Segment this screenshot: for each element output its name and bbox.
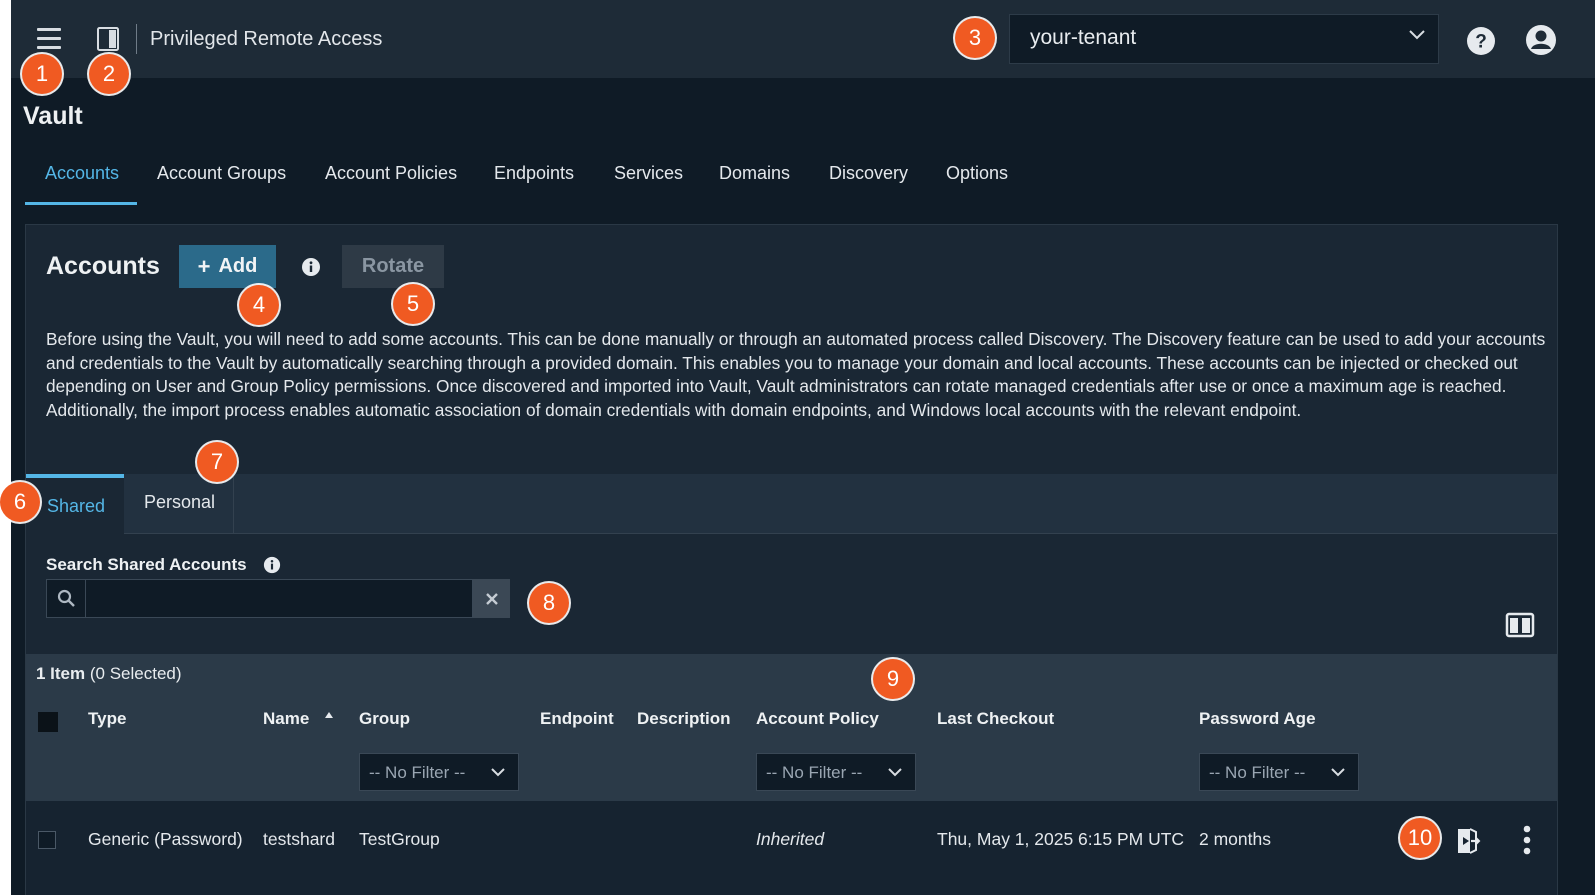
help-icon[interactable]: ? <box>1466 26 1496 56</box>
tab-divider <box>233 477 234 534</box>
rotate-button[interactable]: Rotate <box>342 245 444 288</box>
tab-discovery[interactable]: Discovery <box>829 163 908 184</box>
title-divider <box>136 24 137 54</box>
app-window: Privileged Remote Access your-tenant ? V… <box>11 0 1595 895</box>
hamburger-menu-icon[interactable] <box>37 28 61 50</box>
column-endpoint[interactable]: Endpoint <box>540 709 614 729</box>
add-account-button[interactable]: + Add <box>179 245 276 288</box>
callout-badge-1: 1 <box>22 54 62 94</box>
cell-account-policy: Inherited <box>756 829 825 849</box>
password-age-filter-select[interactable]: -- No Filter -- <box>1199 753 1359 791</box>
group-filter-value: -- No Filter -- <box>369 763 466 782</box>
account-policy-filter-select[interactable]: -- No Filter -- <box>756 753 916 791</box>
group-filter-select[interactable]: -- No Filter -- <box>359 753 519 791</box>
tab-endpoints[interactable]: Endpoints <box>494 163 574 184</box>
account-type-tabs <box>26 474 1557 534</box>
chevron-down-icon <box>888 768 902 777</box>
password-age-filter-value: -- No Filter -- <box>1209 763 1306 782</box>
columns-icon[interactable] <box>1505 612 1535 638</box>
search-input[interactable] <box>87 580 472 617</box>
column-type[interactable]: Type <box>88 709 126 729</box>
app-title: Privileged Remote Access <box>150 28 383 50</box>
column-last-checkout[interactable]: Last Checkout <box>937 709 1054 729</box>
tab-services[interactable]: Services <box>614 163 683 184</box>
chevron-down-icon <box>1409 30 1425 40</box>
callout-badge-5: 5 <box>393 284 433 324</box>
clear-search-button[interactable] <box>473 579 510 618</box>
checkout-icon[interactable] <box>1455 826 1481 856</box>
column-group[interactable]: Group <box>359 709 410 729</box>
item-count: 1 Item (0 Selected) <box>36 664 182 684</box>
tab-domains[interactable]: Domains <box>719 163 790 184</box>
tab-shared-label[interactable]: Shared <box>47 496 105 517</box>
svg-text:?: ? <box>1475 32 1487 53</box>
active-tab-indicator <box>25 202 137 205</box>
callout-badge-8: 8 <box>529 583 569 623</box>
page-title: Vault <box>23 102 83 130</box>
chevron-down-icon <box>1331 768 1345 777</box>
chevron-down-icon <box>491 768 505 777</box>
tenant-value: your-tenant <box>1030 26 1137 49</box>
search-label: Search Shared Accounts <box>46 555 247 574</box>
top-bar: Privileged Remote Access your-tenant ? <box>11 0 1595 78</box>
tenant-selector[interactable]: your-tenant <box>1009 14 1439 64</box>
side-panel-icon[interactable] <box>97 27 119 51</box>
callout-badge-6: 6 <box>0 482 40 522</box>
search-icon <box>57 589 75 607</box>
callout-badge-9: 9 <box>873 659 913 699</box>
cell-group: TestGroup <box>359 829 440 849</box>
sort-ascending-icon <box>325 712 333 718</box>
column-password-age[interactable]: Password Age <box>1199 709 1316 729</box>
user-account-icon[interactable] <box>1525 24 1557 56</box>
info-icon[interactable] <box>301 257 321 277</box>
cell-type: Generic (Password) <box>88 829 243 849</box>
tab-account-groups[interactable]: Account Groups <box>157 163 286 184</box>
tab-options[interactable]: Options <box>946 163 1008 184</box>
item-count-bold: 1 Item <box>36 664 86 683</box>
column-name[interactable]: Name <box>263 709 309 729</box>
tab-accounts[interactable]: Accounts <box>45 163 119 184</box>
account-policy-filter-value: -- No Filter -- <box>766 763 863 782</box>
cell-name: testshard <box>263 829 335 849</box>
info-icon[interactable] <box>263 556 281 574</box>
plus-icon: + <box>197 253 211 279</box>
row-checkbox[interactable] <box>38 831 56 849</box>
select-all-checkbox[interactable] <box>38 712 58 732</box>
callout-badge-2: 2 <box>89 54 129 94</box>
column-account-policy[interactable]: Account Policy <box>756 709 879 729</box>
callout-badge-3: 3 <box>955 18 995 58</box>
tab-account-policies[interactable]: Account Policies <box>325 163 457 184</box>
cell-last-checkout: Thu, May 1, 2025 6:15 PM UTC <box>937 829 1185 849</box>
search-field <box>46 579 473 618</box>
close-icon <box>485 592 498 605</box>
add-button-label: Add <box>218 255 258 277</box>
selected-count: (0 Selected) <box>85 664 182 683</box>
tab-personal[interactable]: Personal <box>144 492 215 513</box>
search-icon-cell <box>47 580 86 617</box>
vault-description: Before using the Vault, you will need to… <box>46 329 1546 420</box>
accounts-heading: Accounts <box>46 252 160 280</box>
more-options-icon[interactable] <box>1521 824 1533 856</box>
callout-badge-4: 4 <box>239 285 279 325</box>
cell-password-age: 2 months <box>1199 829 1271 849</box>
callout-badge-7: 7 <box>197 442 237 482</box>
callout-badge-10: 10 <box>1400 818 1440 858</box>
column-description[interactable]: Description <box>637 709 731 729</box>
